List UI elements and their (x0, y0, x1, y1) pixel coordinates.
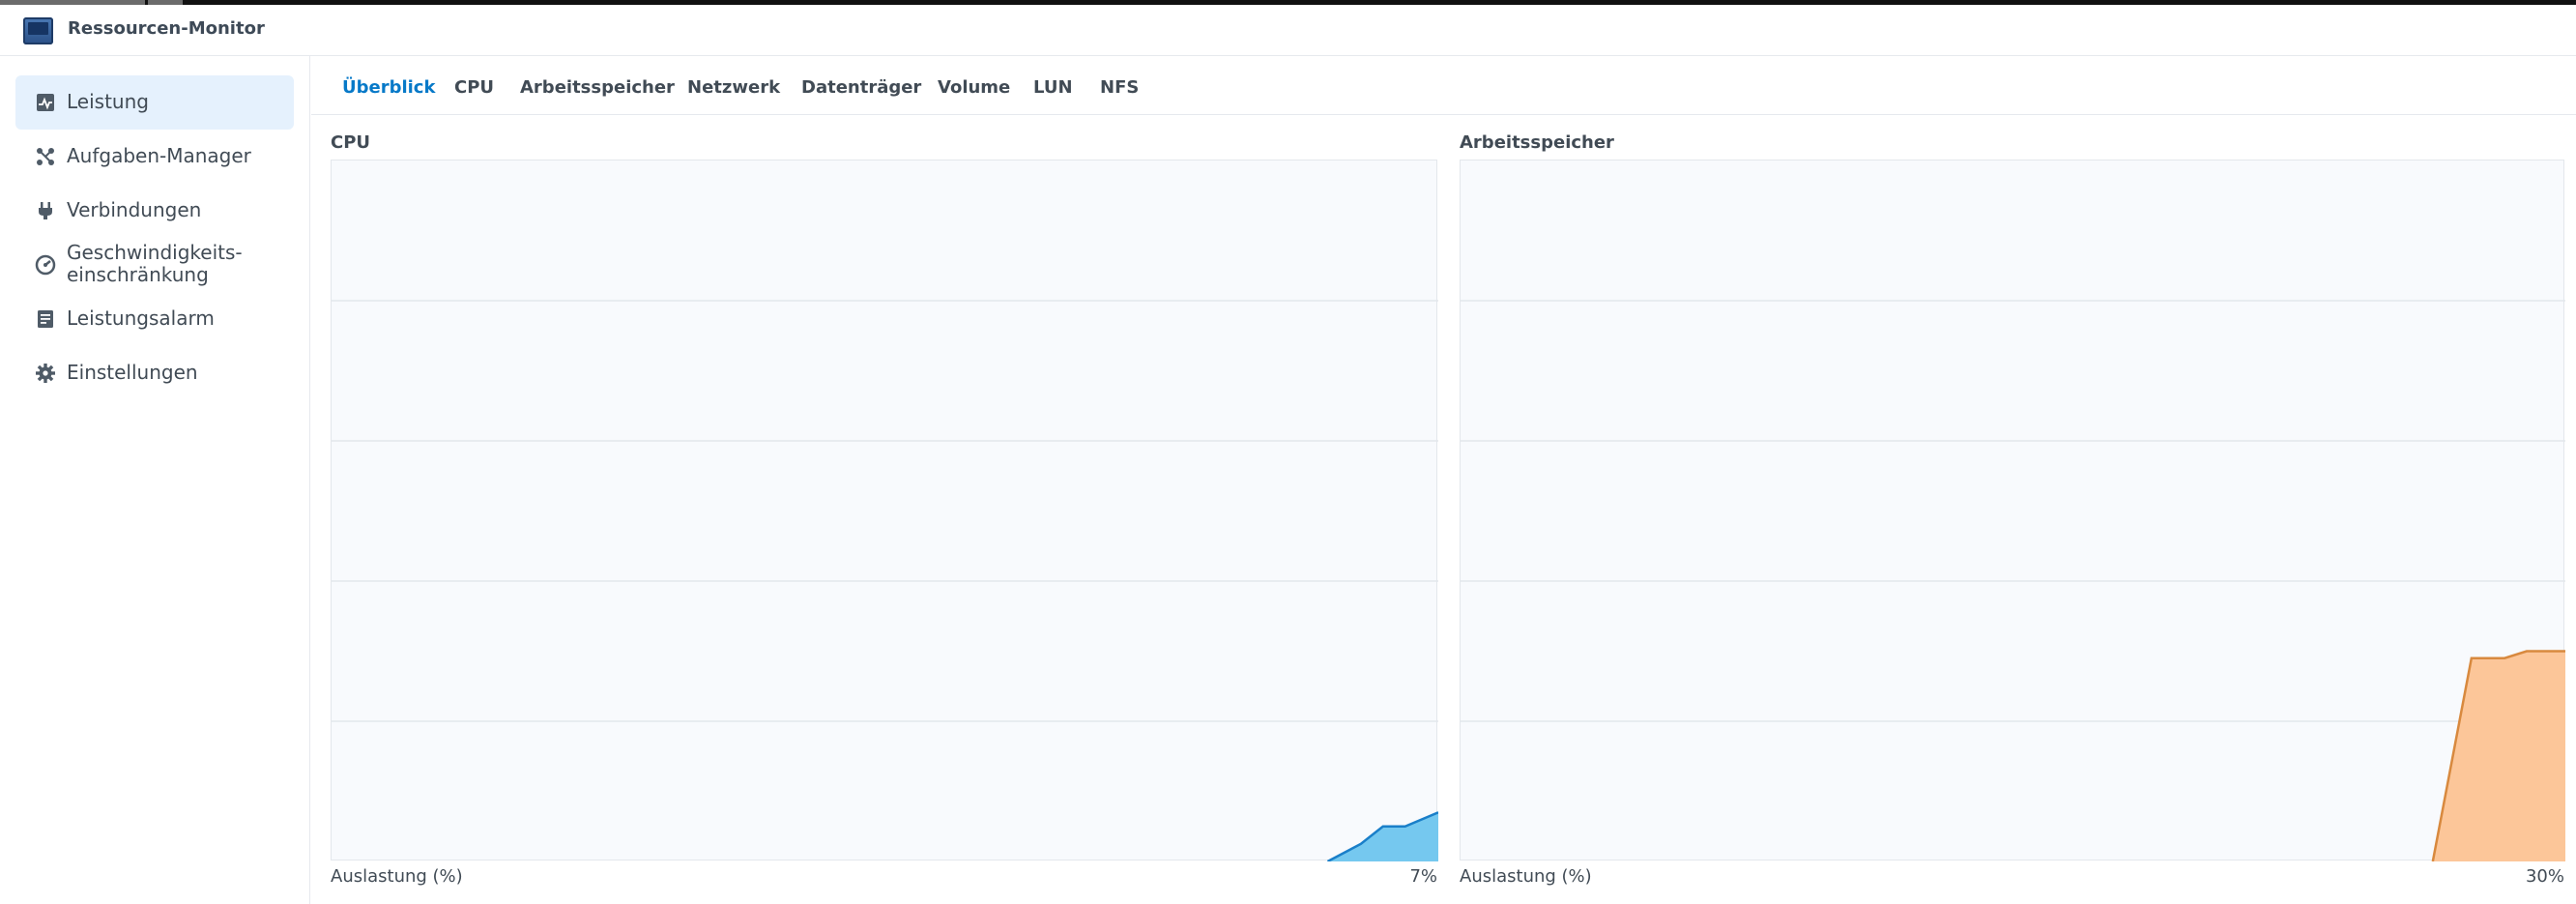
sidebar-item-verbindungen[interactable]: Verbindungen (15, 184, 294, 238)
tab-ueberblick[interactable]: Überblick (342, 77, 435, 98)
memory-usage-svg (1461, 300, 2565, 861)
performance-chart-icon (35, 92, 56, 113)
alarm-list-icon (35, 308, 56, 330)
tab-nfs[interactable]: NFS (1100, 77, 1139, 98)
sidebar-item-label-line1: Geschwindigkeits- (67, 241, 243, 264)
tab-bar: Überblick CPU Arbeitsspeicher Netzwerk D… (311, 56, 2576, 115)
memory-usage-area (1461, 651, 2565, 861)
app-title: Ressourcen-Monitor (68, 18, 265, 39)
cpu-usage-chart (331, 160, 1438, 861)
sidebar-item-aufgaben-manager[interactable]: Aufgaben-Manager (15, 130, 294, 184)
speed-gauge-icon (35, 254, 56, 276)
gear-icon (35, 363, 56, 384)
tab-cpu[interactable]: CPU (454, 77, 494, 98)
cpu-usage-svg (332, 300, 1438, 861)
tab-arbeitsspeicher[interactable]: Arbeitsspeicher (520, 77, 675, 98)
tab-lun[interactable]: LUN (1033, 77, 1073, 98)
sidebar-item-leistungsalarm[interactable]: Leistungsalarm (15, 292, 294, 346)
cpu-footer-label: Auslastung (%) (331, 866, 463, 887)
tab-volume[interactable]: Volume (938, 77, 1010, 98)
sidebar-item-geschwindigkeitseinschraenkung[interactable]: Geschwindigkeits-einschränkung (15, 238, 294, 292)
memory-current-value: 30% (2525, 866, 2564, 887)
sidebar-item-label: Einstellungen (67, 361, 198, 384)
memory-footer-label: Auslastung (%) (1460, 866, 1592, 887)
sidebar: Leistung Aufgaben-Manager Verbindungen G… (0, 56, 310, 904)
task-manager-icon (35, 146, 56, 167)
cpu-chart-title: CPU (331, 132, 371, 153)
sidebar-item-label: Verbindungen (67, 198, 202, 221)
resource-monitor-app-icon (23, 17, 53, 44)
sidebar-item-einstellungen[interactable]: Einstellungen (15, 346, 294, 400)
sidebar-item-label: Leistungsalarm (67, 306, 215, 330)
title-bar: Ressourcen-Monitor (0, 5, 2576, 56)
sidebar-item-leistung[interactable]: Leistung (15, 75, 294, 130)
plug-icon (35, 200, 56, 221)
cpu-usage-area (332, 812, 1438, 861)
sidebar-item-label: Leistung (67, 90, 149, 113)
cpu-current-value: 7% (1409, 866, 1437, 887)
tab-datentraeger[interactable]: Datenträger (801, 77, 921, 98)
sidebar-item-label: Aufgaben-Manager (67, 144, 251, 167)
tab-netzwerk[interactable]: Netzwerk (687, 77, 780, 98)
sidebar-item-label-line2: einschränkung (67, 263, 209, 286)
memory-chart-title: Arbeitsspeicher (1460, 132, 1614, 153)
sidebar-item-label: Geschwindigkeits-einschränkung (67, 242, 243, 286)
memory-usage-chart (1460, 160, 2565, 861)
